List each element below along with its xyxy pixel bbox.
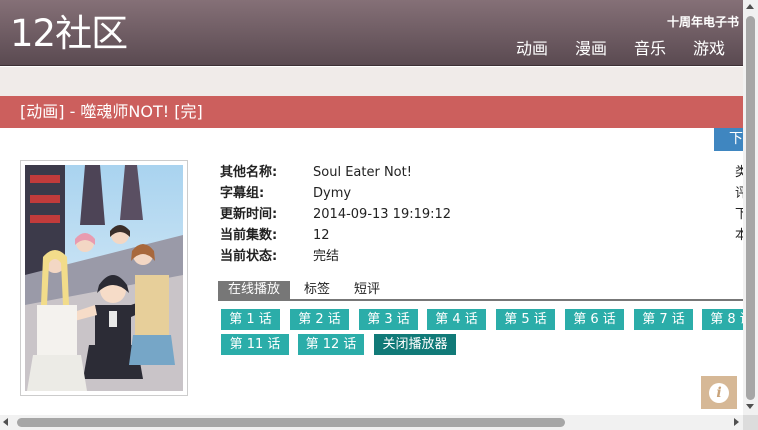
info-label: 其他名称: [220,165,278,180]
vertical-scroll-thumb[interactable] [746,16,755,400]
tab-online-play[interactable]: 在线播放 [218,281,291,299]
episode-button[interactable]: 第 1 话 [221,309,280,330]
episode-button[interactable]: 第 2 话 [290,309,349,330]
info-label: 当前状态: [220,249,278,264]
episode-button[interactable]: 第 6 话 [565,309,624,330]
side-label: 本 [735,228,743,243]
header-spacer-band [0,67,743,96]
nav-music[interactable]: 音乐 [634,40,666,58]
episode-button[interactable]: 第 11 话 [221,334,289,355]
scroll-up-arrow-icon[interactable] [746,4,754,9]
info-value: 完结 [313,249,340,264]
info-icon[interactable]: i [701,376,737,409]
info-label: 当前集数: [220,228,278,243]
tab-tags[interactable]: 标签 [294,281,340,299]
episode-button[interactable]: 第 3 话 [359,309,418,330]
episode-list: 第 1 话 第 2 话 第 3 话 第 4 话 第 5 话 第 6 话 第 7 … [221,309,743,357]
info-row-alias: 其他名称: Soul Eater Not! [220,163,451,184]
episode-button[interactable]: 第 5 话 [496,309,555,330]
site-logo[interactable]: 12社区 [10,12,128,56]
side-label: 评 [735,186,743,201]
tab-short-reviews[interactable]: 短评 [344,281,390,299]
anime-cover [20,160,188,396]
vertical-scrollbar[interactable] [743,0,758,415]
scroll-left-arrow-icon[interactable] [3,418,8,426]
info-value: Dymy [313,186,352,201]
episode-button[interactable]: 第 7 话 [634,309,693,330]
info-glyph: i [709,382,729,403]
anime-cover-image [25,165,183,391]
info-row-updated: 更新时间: 2014-09-13 19:19:12 [220,205,451,226]
info-label: 更新时间: [220,207,278,222]
page-title: [动画] - 噬魂师NOT! [完] [0,96,743,128]
episode-button[interactable]: 第 12 话 [298,334,364,355]
info-row-episodes: 当前集数: 12 [220,226,451,247]
info-label: 字幕组: [220,186,265,201]
download-button[interactable]: 下 [714,128,743,151]
main-nav: 动画 漫画 音乐 游戏 [516,40,725,58]
nav-anime[interactable]: 动画 [516,40,548,58]
scrollbar-corner [743,415,758,430]
horizontal-scroll-thumb[interactable] [17,418,565,427]
scroll-right-arrow-icon[interactable] [734,418,739,426]
anime-info: 其他名称: Soul Eater Not! 字幕组: Dymy 更新时间: 20… [220,163,451,268]
close-player-button[interactable]: 关闭播放器 [374,334,456,355]
info-row-status: 当前状态: 完结 [220,247,451,268]
episode-button[interactable]: 第 8 话 [702,309,743,330]
side-info-column: 类 评 下 本 [735,163,743,247]
info-row-subgroup: 字幕组: Dymy [220,184,451,205]
content-tabs: 在线播放 标签 短评 [218,281,743,301]
nav-manga[interactable]: 漫画 [575,40,607,58]
ebook-link[interactable]: 十周年电子书 [667,13,739,30]
side-label: 下 [735,207,743,222]
site-header: 12社区 十周年电子书 动画 漫画 音乐 游戏 [0,0,743,66]
info-value: 12 [313,228,330,243]
info-value: 2014-09-13 19:19:12 [313,207,452,222]
episode-button[interactable]: 第 4 话 [427,309,486,330]
horizontal-scrollbar[interactable] [0,415,743,430]
info-value: Soul Eater Not! [313,165,412,180]
nav-games[interactable]: 游戏 [693,40,725,58]
scroll-down-arrow-icon[interactable] [746,404,754,409]
side-label: 类 [735,165,743,180]
